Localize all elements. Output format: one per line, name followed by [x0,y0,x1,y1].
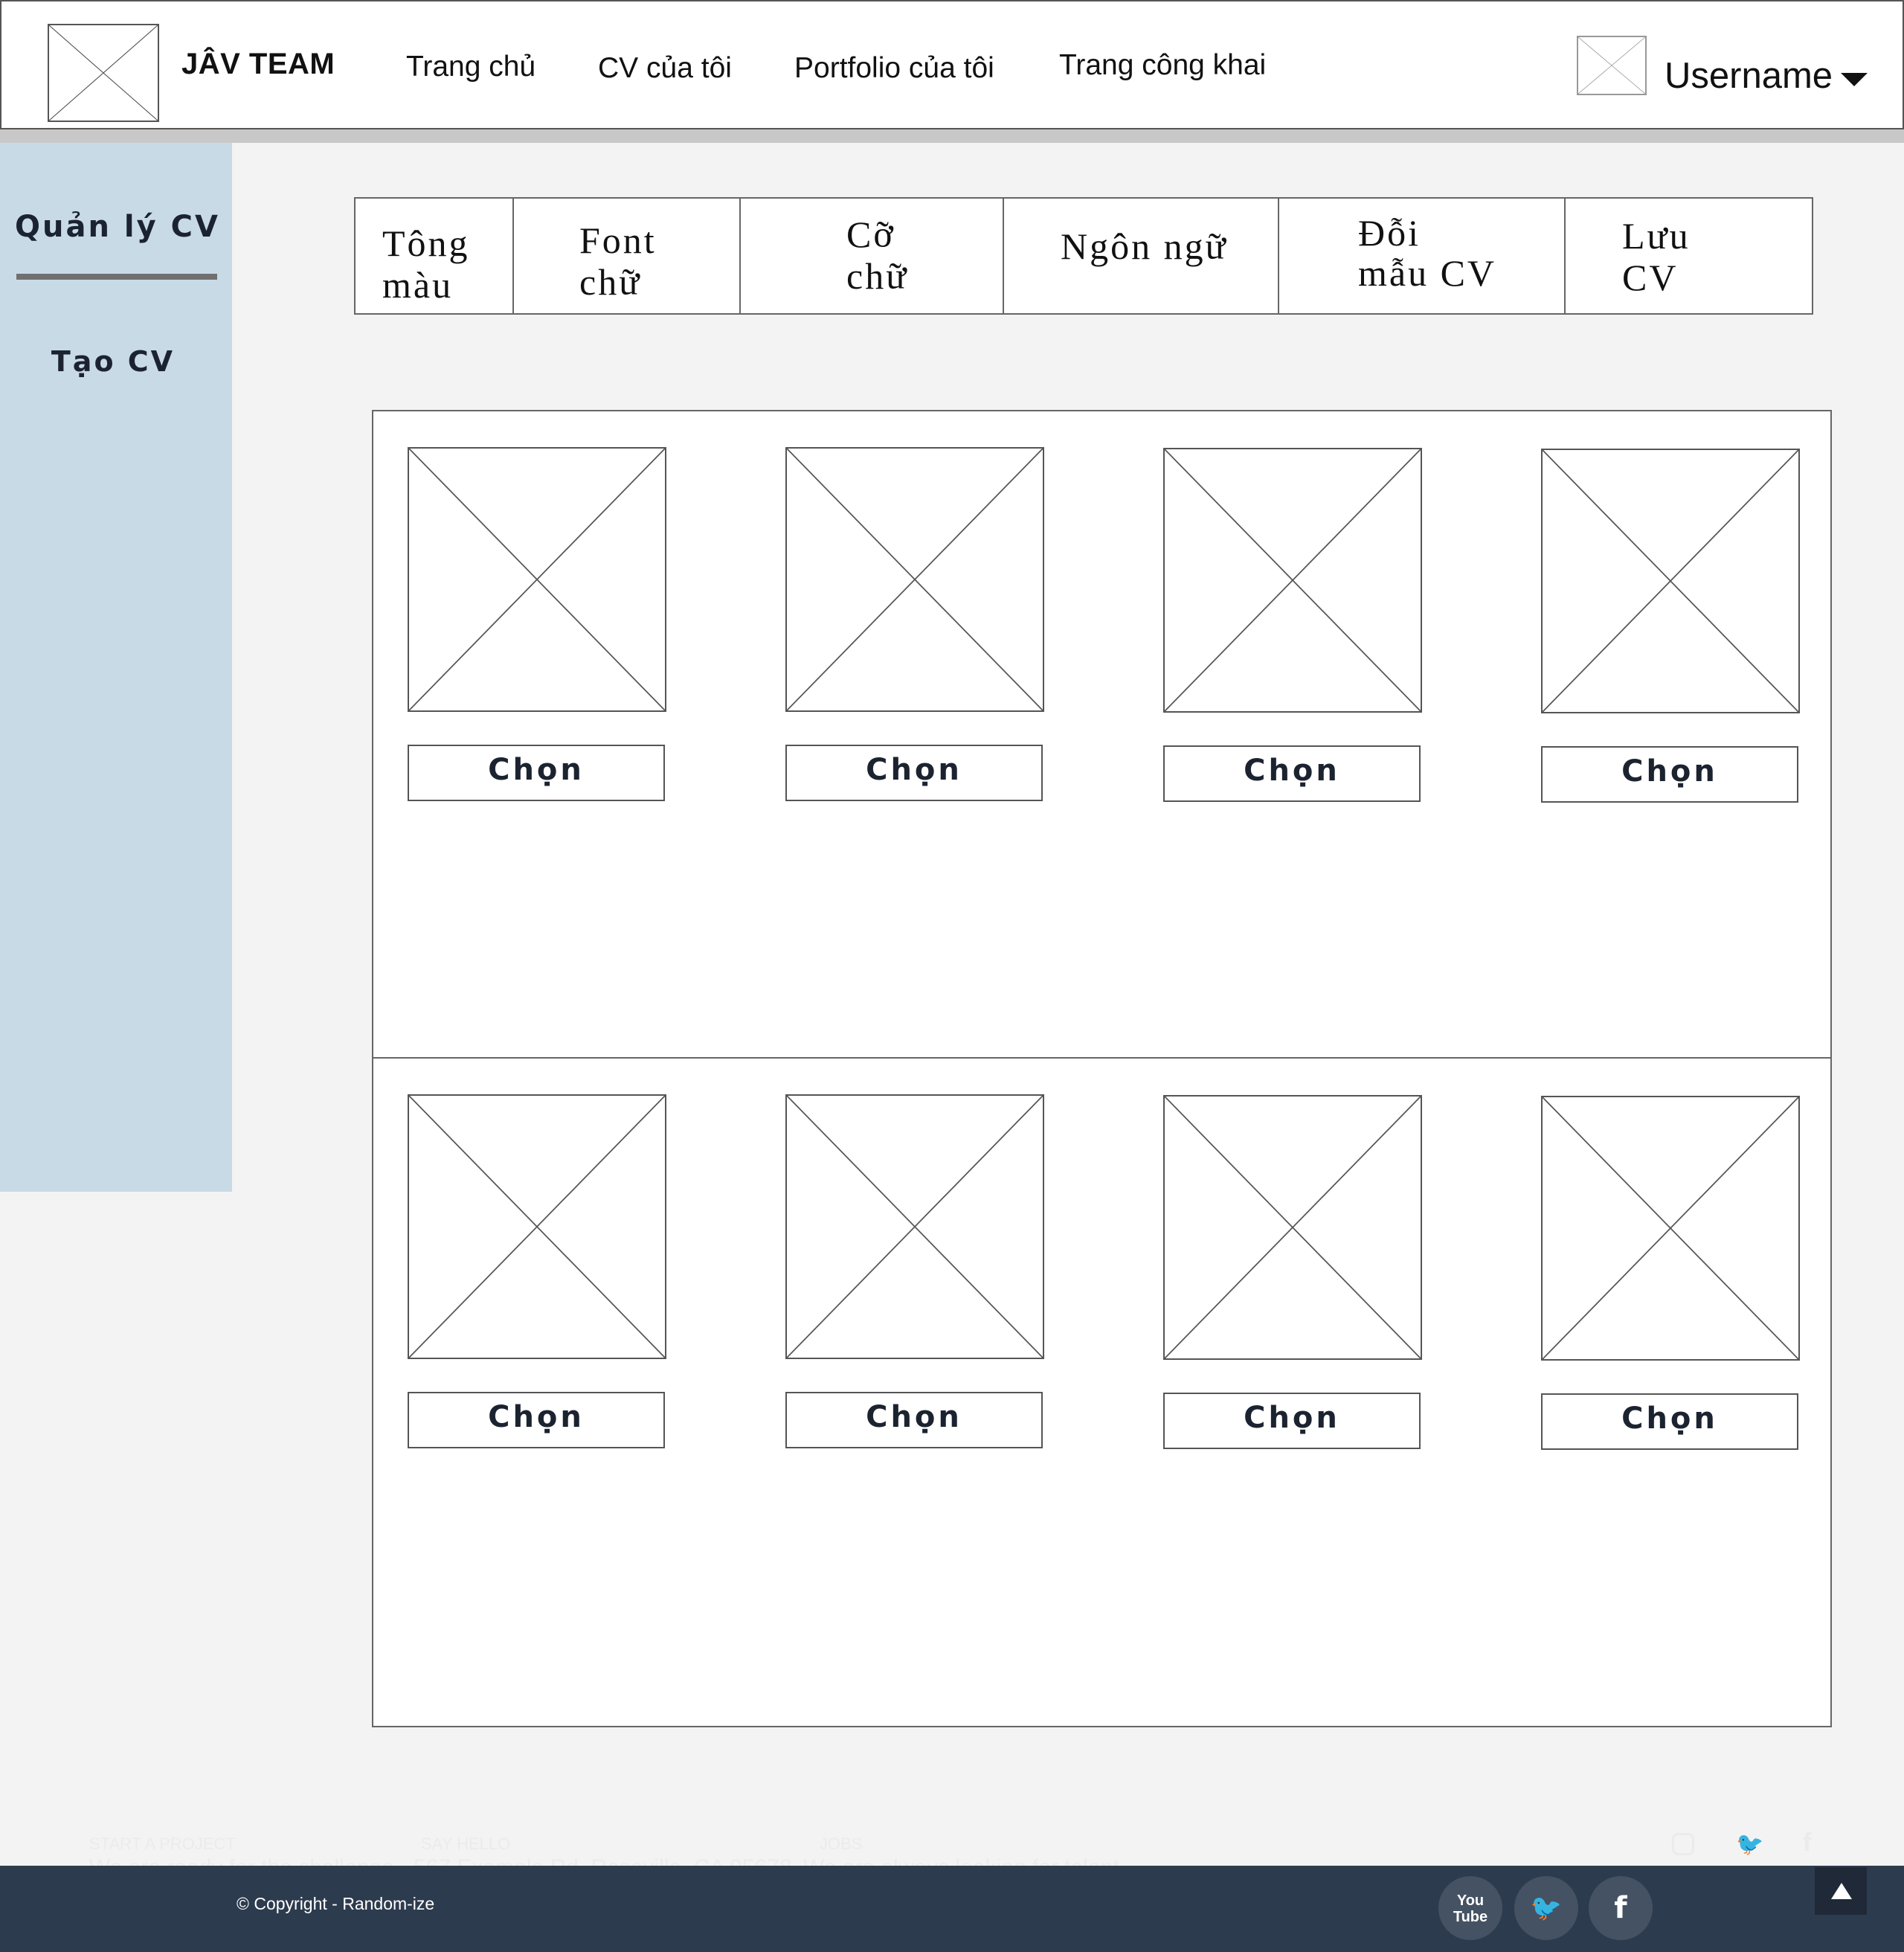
template-thumbnail[interactable] [1541,1096,1800,1361]
tool-label-line2: màu [382,264,454,306]
tool-label-line1: Font [579,219,657,261]
choose-button[interactable]: Chọn [1541,1393,1798,1450]
nav-my-portfolio[interactable]: Portfolio của tôi [794,52,994,85]
tool-label-line2: mẫu CV [1358,252,1497,294]
username-menu[interactable]: Username [1665,55,1833,97]
choose-button[interactable]: Chọn [408,745,665,801]
twitter-icon[interactable]: 🐦 [1514,1876,1578,1940]
nav-home[interactable]: Trang chủ [406,51,536,83]
tool-label-line2: chữ [579,261,642,303]
choose-button[interactable]: Chọn [785,745,1043,801]
avatar[interactable] [1577,36,1647,95]
tool-label-line2: CV [1622,257,1679,298]
sidebar-item-create-cv[interactable]: Tạo CV [0,345,229,378]
footer-col1-title: START A PROJECT [89,1834,236,1853]
tool-label-line1: Lưu [1622,215,1691,257]
twitter-glyph: 🐦 [1530,1894,1563,1922]
tool-font-size[interactable]: Cỡ chữ [741,199,1004,313]
footer-col2-title: SAY HELLO [421,1834,511,1853]
template-thumbnail[interactable] [1541,449,1800,713]
template-thumbnail[interactable] [1163,448,1422,713]
sidebar-item-manage-cv[interactable]: Quản lý CV [1,210,234,244]
choose-button[interactable]: Chọn [1163,1393,1421,1449]
footer-col3-title: JOBS [820,1834,863,1853]
youtube-icon[interactable]: You Tube [1438,1876,1502,1940]
template-thumbnail[interactable] [785,447,1044,712]
choose-button[interactable]: Chọn [1163,745,1421,802]
youtube-glyph: You Tube [1453,1892,1488,1925]
chevron-down-icon[interactable] [1841,73,1868,86]
tool-color-theme[interactable]: Tông màu [356,199,514,313]
choose-button[interactable]: Chọn [1541,746,1798,803]
brand-name: JÂV TEAM [181,48,335,80]
tool-language[interactable]: Ngôn ngữ [1004,199,1279,313]
facebook-icon[interactable]: f [1589,1876,1653,1940]
template-thumbnail[interactable] [1163,1095,1422,1360]
header-shadow [0,129,1904,143]
nav-my-cv[interactable]: CV của tôi [598,52,732,85]
sidebar-active-indicator [16,274,217,280]
instagram-icon[interactable] [1672,1833,1694,1855]
tool-label-line1: Cỡ [846,214,895,255]
logo-image-placeholder[interactable] [48,24,159,122]
tool-font[interactable]: Font chữ [514,199,741,313]
tool-label-line1: Đỗi [1358,212,1421,254]
tool-label-line2: chữ [846,255,909,297]
arrow-up-icon[interactable] [1831,1883,1852,1899]
choose-button[interactable]: Chọn [408,1392,665,1448]
template-thumbnail[interactable] [785,1094,1044,1359]
cv-toolbar: Tông màu Font chữ Cỡ chữ Ngôn ngữ Đỗi mẫ… [354,197,1813,315]
facebook-icon[interactable]: f [1803,1829,1811,1858]
copyright-text: © Copyright - Random-ize [237,1894,435,1913]
tool-change-template[interactable]: Đỗi mẫu CV [1279,199,1566,313]
choose-button[interactable]: Chọn [785,1392,1043,1448]
facebook-glyph: f [1614,1891,1627,1925]
nav-public-page[interactable]: Trang công khai [1059,49,1266,82]
tool-label-line1: Tông [382,222,470,264]
twitter-icon[interactable]: 🐦 [1736,1831,1763,1858]
tool-label-line1: Ngôn ngữ [1061,225,1228,267]
sidebar [0,143,232,1192]
template-thumbnail[interactable] [408,447,666,712]
tool-save-cv[interactable]: Lưu CV [1566,199,1812,313]
row-divider [373,1057,1830,1059]
template-thumbnail[interactable] [408,1094,666,1359]
